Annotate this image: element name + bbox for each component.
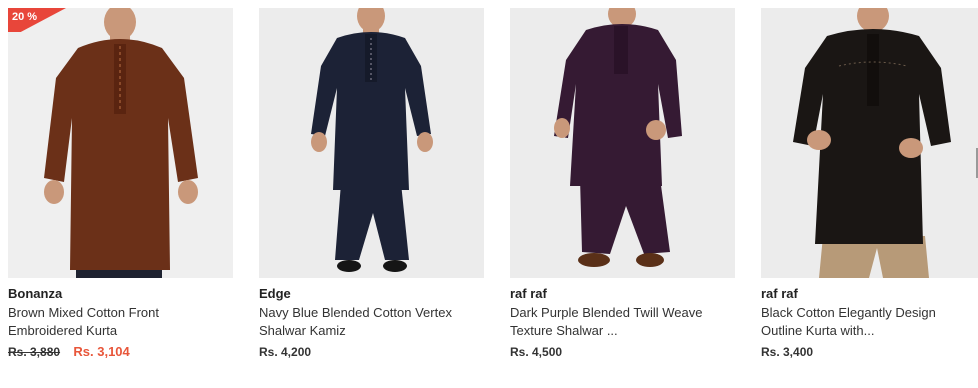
price-row: Rs. 4,200 [259, 344, 484, 360]
product-title-line[interactable]: Texture Shalwar ... [510, 322, 735, 340]
product-title-line[interactable]: Embroidered Kurta [8, 322, 233, 340]
product-title[interactable]: Dark Purple Blended Twill Weave Texture … [510, 304, 735, 340]
kurta-model-illustration [761, 8, 978, 278]
product-image[interactable] [761, 8, 978, 278]
discount-badge-text: 20 % [12, 11, 38, 23]
kurta-model-illustration [8, 8, 233, 278]
price: Rs. 4,200 [259, 345, 312, 359]
shalwar-kameez-model-illustration [259, 8, 484, 278]
price-row: Rs. 3,880 Rs. 3,104 [8, 344, 233, 360]
product-title[interactable]: Navy Blue Blended Cotton Vertex Shalwar … [259, 304, 484, 340]
price: Rs. 4,500 [510, 345, 563, 359]
product-image[interactable] [510, 8, 735, 278]
product-card[interactable]: raf raf Dark Purple Blended Twill Weave … [510, 8, 735, 360]
product-title-line[interactable]: Brown Mixed Cotton Front [8, 304, 233, 322]
product-image[interactable] [259, 8, 484, 278]
price-row: Rs. 4,500 [510, 344, 735, 360]
product-grid: 20 % Bonanza Brown Mixed Cotton Front Em… [0, 0, 978, 388]
product-brand[interactable]: raf raf [761, 286, 978, 302]
product-card[interactable]: raf raf Black Cotton Elegantly Design Ou… [761, 8, 978, 360]
price-row: Rs. 3,400 [761, 344, 978, 360]
product-card[interactable]: 20 % Bonanza Brown Mixed Cotton Front Em… [8, 8, 233, 360]
shalwar-kameez-model-illustration [510, 8, 735, 278]
original-price: Rs. 3,880 [8, 345, 61, 359]
product-title-line[interactable]: Dark Purple Blended Twill Weave [510, 304, 735, 322]
product-title-line[interactable]: Navy Blue Blended Cotton Vertex [259, 304, 484, 322]
price: Rs. 3,400 [761, 345, 814, 359]
product-title-line[interactable]: Outline Kurta with... [761, 322, 978, 340]
product-card[interactable]: Edge Navy Blue Blended Cotton Vertex Sha… [259, 8, 484, 360]
product-brand[interactable]: Edge [259, 286, 484, 302]
product-title-line[interactable]: Black Cotton Elegantly Design [761, 304, 978, 322]
sale-price: Rs. 3,104 [73, 344, 130, 359]
product-image[interactable]: 20 % [8, 8, 233, 278]
product-brand[interactable]: Bonanza [8, 286, 233, 302]
product-title[interactable]: Black Cotton Elegantly Design Outline Ku… [761, 304, 978, 340]
product-title[interactable]: Brown Mixed Cotton Front Embroidered Kur… [8, 304, 233, 340]
product-title-line[interactable]: Shalwar Kamiz [259, 322, 484, 340]
product-brand[interactable]: raf raf [510, 286, 735, 302]
